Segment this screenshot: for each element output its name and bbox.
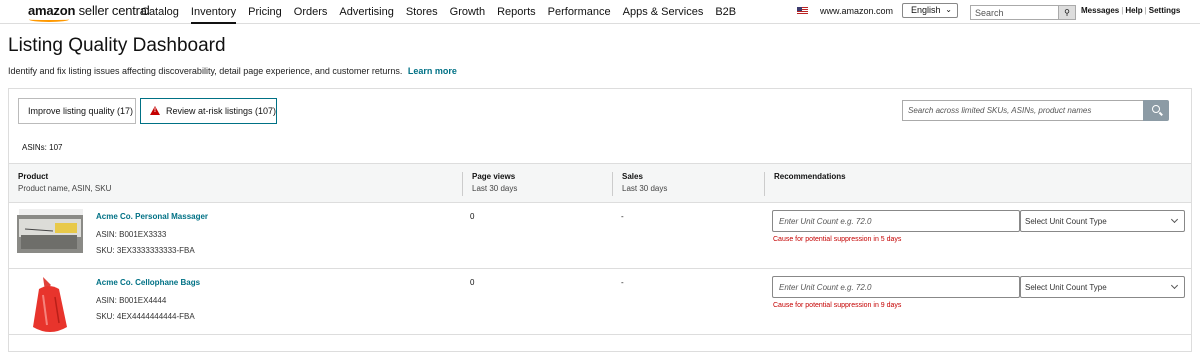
nav-item-orders[interactable]: Orders <box>294 0 328 24</box>
column-title: Recommendations <box>774 172 846 181</box>
messages-link[interactable]: Messages <box>1081 6 1119 15</box>
column-product: Product Product name, ASIN, SKU <box>18 172 111 193</box>
logo-product: seller central <box>75 3 150 18</box>
product-thumbnail[interactable] <box>17 209 83 261</box>
global-search-input[interactable]: Search <box>970 5 1059 20</box>
column-subtitle: Last 30 days <box>472 184 518 193</box>
chevron-down-icon <box>1170 215 1179 224</box>
asin-count: ASINs: 107 <box>22 143 63 152</box>
main-menu: Catalog Inventory Pricing Orders Adverti… <box>141 0 748 24</box>
column-subtitle: Product name, ASIN, SKU <box>18 184 112 193</box>
column-subtitle: Last 30 days <box>622 184 668 193</box>
search-icon <box>1152 105 1160 113</box>
table-header: Product Product name, ASIN, SKU Page vie… <box>9 163 1191 203</box>
column-divider <box>462 172 463 196</box>
nav-item-inventory[interactable]: Inventory <box>190 0 237 24</box>
nav-item-advertising[interactable]: Advertising <box>339 0 393 24</box>
warning-icon <box>150 106 160 115</box>
divider: | <box>1121 6 1124 15</box>
logo-smile-icon <box>29 17 69 22</box>
select-value: Select Unit Count Type <box>1025 283 1107 292</box>
logo-brand: amazon <box>28 3 76 18</box>
nav-item-b2b[interactable]: B2B <box>715 0 736 24</box>
page-title: Listing Quality Dashboard <box>8 35 226 56</box>
search-icon: ⚲ <box>1064 8 1070 17</box>
listing-search-input[interactable]: Search across limited SKUs, ASINs, produ… <box>902 100 1144 121</box>
table-row: Acme Co. Cellophane Bags ASIN: B001EX444… <box>9 269 1191 335</box>
column-sales: Sales Last 30 days <box>622 172 667 193</box>
unit-count-type-select[interactable]: Select Unit Count Type <box>1020 210 1185 232</box>
select-value: Select Unit Count Type <box>1025 217 1107 226</box>
tab-label: Review at-risk listings (107) <box>166 106 277 116</box>
listing-search-button[interactable] <box>1143 100 1169 121</box>
page-views-value: 0 <box>470 212 475 221</box>
unit-count-input[interactable]: Enter Unit Count e.g. 72.0 <box>772 276 1020 298</box>
column-divider <box>764 172 765 196</box>
listings-panel: Improve listing quality (17) Review at-r… <box>8 88 1192 352</box>
nav-item-pricing[interactable]: Pricing <box>248 0 282 24</box>
product-name-link[interactable]: Acme Co. Cellophane Bags <box>96 278 200 287</box>
suppression-warning: Cause for potential suppression in 5 day… <box>773 236 902 243</box>
nav-item-performance[interactable]: Performance <box>548 0 611 24</box>
column-page-views: Page views Last 30 days <box>472 172 517 193</box>
global-search-button[interactable]: ⚲ <box>1058 5 1076 20</box>
chevron-down-icon: ⌄ <box>945 5 952 14</box>
help-link[interactable]: Help <box>1125 6 1142 15</box>
tab-improve-listing-quality[interactable]: Improve listing quality (17) <box>18 98 136 124</box>
settings-link[interactable]: Settings <box>1149 6 1181 15</box>
nav-item-stores[interactable]: Stores <box>406 0 438 24</box>
sales-value: - <box>621 212 624 221</box>
page-description: Identify and fix listing issues affectin… <box>8 66 457 76</box>
product-asin: ASIN: B001EX3333 <box>96 230 167 239</box>
product-thumbnail[interactable] <box>17 275 83 332</box>
column-title: Sales <box>622 172 643 181</box>
nav-item-apps-services[interactable]: Apps & Services <box>623 0 704 24</box>
top-links: Messages | Help | Settings <box>1081 6 1180 15</box>
unit-count-input[interactable]: Enter Unit Count e.g. 72.0 <box>772 210 1020 232</box>
language-select[interactable]: English ⌄ <box>902 3 958 18</box>
divider: | <box>1144 6 1147 15</box>
nav-item-catalog[interactable]: Catalog <box>141 0 179 24</box>
page-views-value: 0 <box>470 278 475 287</box>
nav-item-growth[interactable]: Growth <box>450 0 485 24</box>
product-name-link[interactable]: Acme Co. Personal Massager <box>96 212 208 221</box>
column-recommendations: Recommendations <box>774 172 846 181</box>
description-text: Identify and fix listing issues affectin… <box>8 66 403 76</box>
suppression-warning: Cause for potential suppression in 9 day… <box>773 302 902 309</box>
product-sku: SKU: 4EX4444444444-FBA <box>96 312 195 321</box>
tab-review-at-risk-listings[interactable]: Review at-risk listings (107) <box>140 98 277 124</box>
us-flag-icon <box>797 7 808 15</box>
language-value: English <box>911 5 941 15</box>
column-title: Product <box>18 172 49 181</box>
unit-count-type-select[interactable]: Select Unit Count Type <box>1020 276 1185 298</box>
seller-central-logo[interactable]: amazon seller central <box>28 3 150 22</box>
product-asin: ASIN: B001EX4444 <box>96 296 167 305</box>
product-sku: SKU: 3EX3333333333-FBA <box>96 246 195 255</box>
learn-more-link[interactable]: Learn more <box>408 66 457 76</box>
chevron-down-icon <box>1170 281 1179 290</box>
column-divider <box>612 172 613 196</box>
table-row: Acme Co. Personal Massager ASIN: B001EX3… <box>9 203 1191 269</box>
top-navigation: amazon seller central Catalog Inventory … <box>0 0 1200 24</box>
marketplace-switcher[interactable]: www.amazon.com <box>820 6 893 16</box>
sales-value: - <box>621 278 624 287</box>
nav-item-reports[interactable]: Reports <box>497 0 536 24</box>
column-title: Page views <box>472 172 516 181</box>
